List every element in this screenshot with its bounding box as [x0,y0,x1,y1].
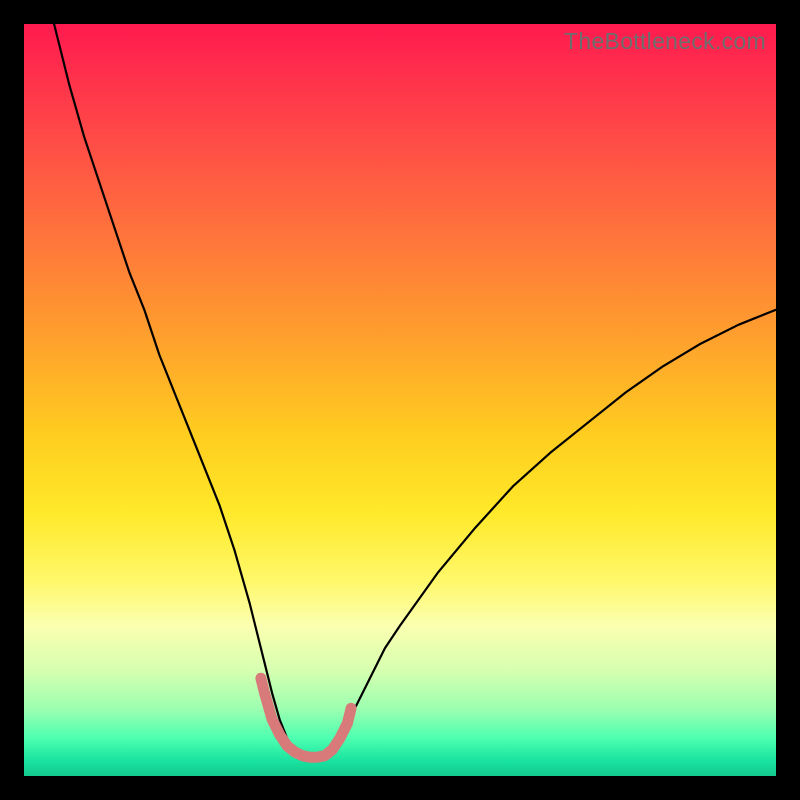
chart-stage: TheBottleneck.com [0,0,800,800]
plot-area: TheBottleneck.com [24,24,776,776]
valley-highlight [261,678,351,757]
bottleneck-curve [54,24,776,761]
curve-layer [24,24,776,776]
